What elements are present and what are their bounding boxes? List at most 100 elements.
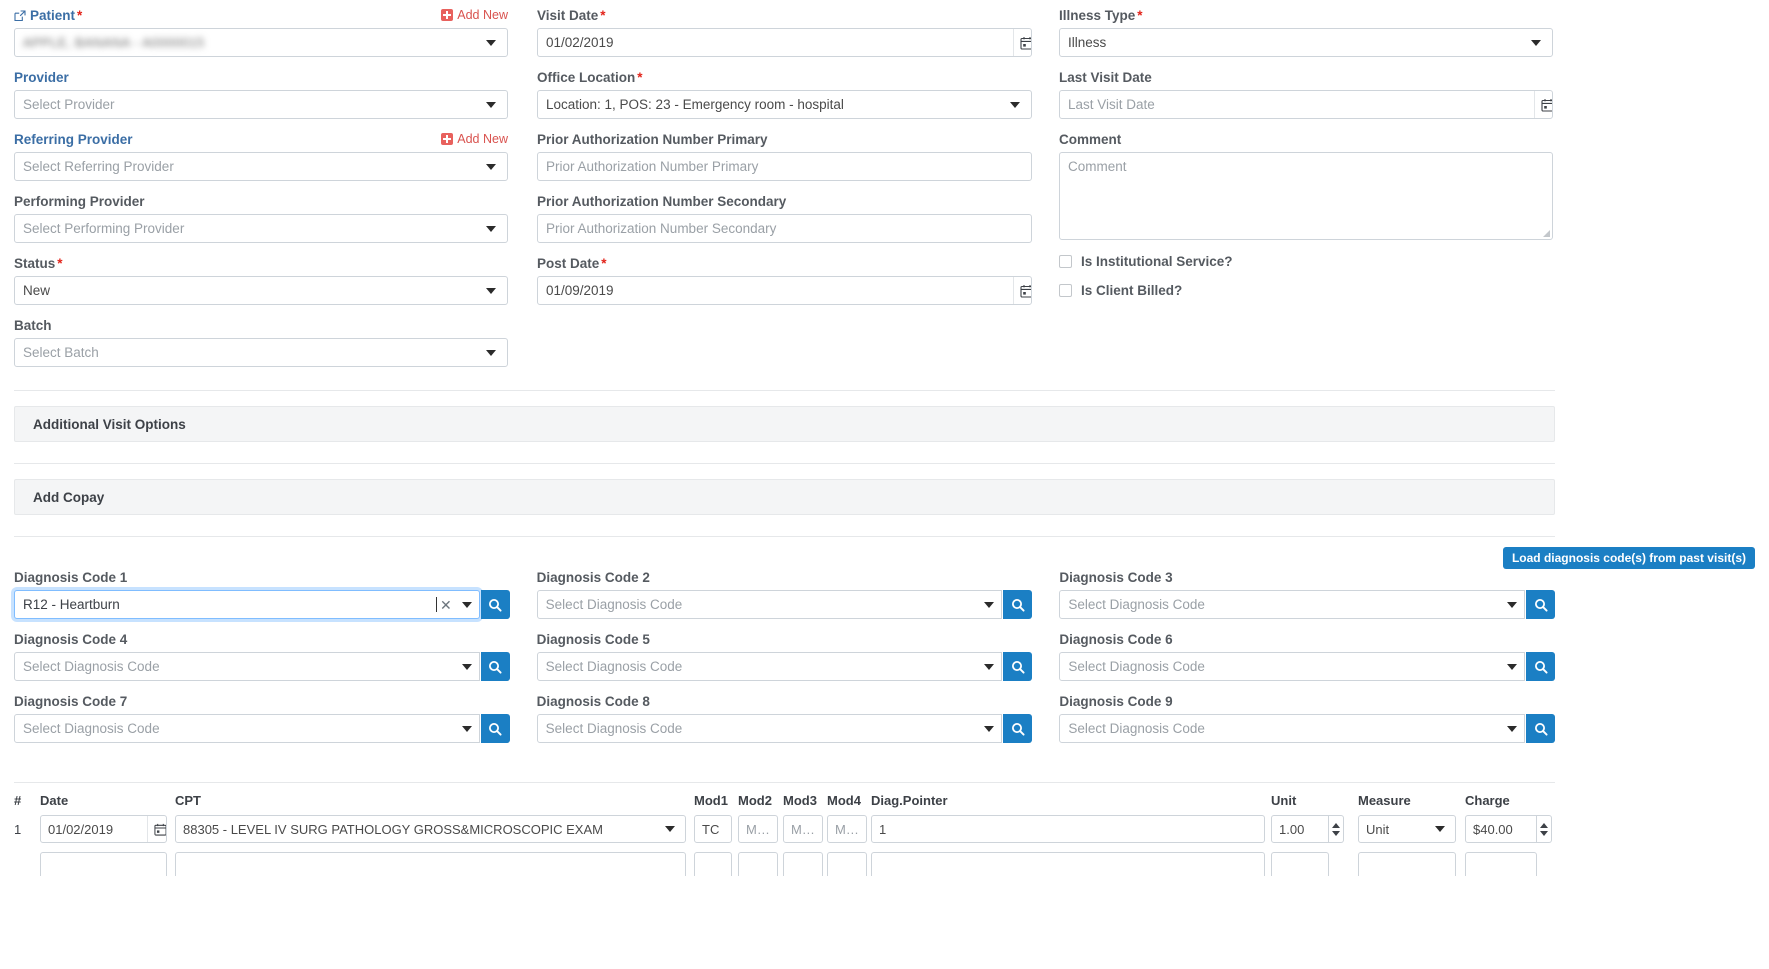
diagnosis-code-5-input[interactable]: Select Diagnosis Code: [536, 652, 1003, 681]
cpt-unit-spinner[interactable]: [1329, 815, 1344, 843]
cpt-code-select-next[interactable]: [175, 852, 686, 876]
referring-provider-select[interactable]: Select Referring Provider: [14, 152, 508, 181]
calendar-icon[interactable]: [147, 816, 166, 842]
diagnosis-code-1-input[interactable]: R12 - Heartburn ✕: [14, 590, 480, 619]
is-client-billed-checkbox[interactable]: [1059, 284, 1072, 297]
cpt-charge-input-next[interactable]: [1465, 852, 1537, 876]
clear-icon[interactable]: ✕: [437, 598, 459, 612]
cpt-mod3-input-next[interactable]: [783, 852, 823, 876]
cpt-mod4-input-next[interactable]: [827, 852, 867, 876]
cpt-charge-spinner[interactable]: [1537, 815, 1552, 843]
calendar-icon[interactable]: [1013, 277, 1031, 304]
diagnosis-code-6-input[interactable]: Select Diagnosis Code: [1059, 652, 1526, 681]
cpt-date-input-next[interactable]: [40, 852, 167, 876]
chevron-down-icon[interactable]: [483, 277, 499, 304]
diagnosis-code-5-search-button[interactable]: [1003, 652, 1033, 681]
diagnosis-code-9-search-button[interactable]: [1526, 714, 1556, 743]
last-visit-date-input[interactable]: Last Visit Date: [1059, 90, 1553, 119]
performing-provider-select[interactable]: Select Performing Provider: [14, 214, 508, 243]
chevron-down-icon[interactable]: [662, 816, 678, 842]
prior-auth-primary-input[interactable]: Prior Authorization Number Primary: [537, 152, 1032, 181]
patient-select[interactable]: APPLE, BANANA - A0000015: [14, 28, 508, 57]
diagnosis-code-2-input[interactable]: Select Diagnosis Code: [536, 590, 1003, 619]
office-location-select[interactable]: Location: 1, POS: 23 - Emergency room - …: [537, 90, 1032, 119]
cpt-charge-input[interactable]: $40.00: [1465, 815, 1537, 843]
chevron-down-icon[interactable]: [981, 591, 997, 618]
status-select[interactable]: New: [14, 276, 508, 305]
spinner-up-icon[interactable]: [1540, 822, 1548, 828]
add-copay-section[interactable]: Add Copay: [14, 479, 1555, 515]
cpt-diag-pointer-input-next[interactable]: [871, 852, 1265, 876]
cpt-measure-select[interactable]: Unit: [1358, 815, 1456, 843]
diagnosis-code-2-search-button[interactable]: [1003, 590, 1033, 619]
diagnosis-code-7-input[interactable]: Select Diagnosis Code: [14, 714, 480, 743]
diagnosis-code-4-input[interactable]: Select Diagnosis Code: [14, 652, 480, 681]
cpt-mod1-input[interactable]: TC: [694, 815, 732, 843]
diagnosis-code-8-search-button[interactable]: [1003, 714, 1033, 743]
post-date-input[interactable]: 01/09/2019: [537, 276, 1032, 305]
diagnosis-code-7-search-button[interactable]: [480, 714, 510, 743]
patient-add-new-link[interactable]: Add New: [441, 8, 508, 22]
chevron-down-icon[interactable]: [483, 91, 499, 118]
cpt-mod2-input-next[interactable]: [738, 852, 778, 876]
cpt-unit-input-next[interactable]: [1271, 852, 1329, 876]
chevron-down-icon[interactable]: [1528, 29, 1544, 56]
cpt-unit-stepper[interactable]: 1.00: [1271, 815, 1344, 843]
cpt-unit-input[interactable]: 1.00: [1271, 815, 1329, 843]
spinner-down-icon[interactable]: [1332, 830, 1340, 836]
diagnosis-code-4-search-button[interactable]: [480, 652, 510, 681]
chevron-down-icon[interactable]: [459, 591, 475, 618]
cpt-mod3-input[interactable]: Mod3: [783, 815, 823, 843]
diagnosis-code-6-value: Select Diagnosis Code: [1068, 659, 1205, 674]
chevron-down-icon[interactable]: [981, 715, 997, 742]
provider-select[interactable]: Select Provider: [14, 90, 508, 119]
chevron-down-icon[interactable]: [483, 339, 499, 366]
is-client-billed-row[interactable]: Is Client Billed?: [1059, 283, 1553, 298]
chevron-down-icon[interactable]: [1504, 715, 1520, 742]
cpt-charge-stepper[interactable]: $40.00: [1465, 815, 1552, 843]
diagnosis-code-6-search-button[interactable]: [1526, 652, 1556, 681]
spinner-up-icon[interactable]: [1332, 822, 1340, 828]
cpt-header-charge: Charge: [1465, 793, 1510, 808]
additional-visit-options-section[interactable]: Additional Visit Options: [14, 406, 1555, 442]
external-link-icon[interactable]: [14, 10, 26, 22]
diagnosis-code-9-label: Diagnosis Code 9: [1059, 694, 1173, 709]
chevron-down-icon[interactable]: [1504, 591, 1520, 618]
calendar-icon[interactable]: [1013, 29, 1031, 56]
diagnosis-code-8-input[interactable]: Select Diagnosis Code: [536, 714, 1003, 743]
batch-select[interactable]: Select Batch: [14, 338, 508, 367]
chevron-down-icon[interactable]: [483, 215, 499, 242]
cpt-diag-pointer-input[interactable]: 1: [871, 815, 1265, 843]
comment-textarea[interactable]: Comment: [1059, 152, 1553, 240]
chevron-down-icon[interactable]: [981, 653, 997, 680]
cpt-header-mod2: Mod2: [738, 793, 772, 808]
prior-auth-secondary-input[interactable]: Prior Authorization Number Secondary: [537, 214, 1032, 243]
diagnosis-code-3-search-button[interactable]: [1526, 590, 1556, 619]
is-institutional-service-checkbox[interactable]: [1059, 255, 1072, 268]
chevron-down-icon[interactable]: [1432, 816, 1448, 842]
is-institutional-service-row[interactable]: Is Institutional Service?: [1059, 254, 1553, 269]
cpt-mod2-input[interactable]: Mod2: [738, 815, 778, 843]
cpt-date-input[interactable]: 01/02/2019: [40, 815, 167, 843]
diagnosis-code-3-input[interactable]: Select Diagnosis Code: [1059, 590, 1526, 619]
diagnosis-code-1-search-button[interactable]: [480, 590, 510, 619]
chevron-down-icon[interactable]: [483, 153, 499, 180]
chevron-down-icon[interactable]: [483, 29, 499, 56]
cpt-mod1-input-next[interactable]: [694, 852, 732, 876]
last-visit-date-field-group: Last Visit Date Last Visit Date: [1059, 70, 1553, 119]
spinner-down-icon[interactable]: [1540, 830, 1548, 836]
calendar-icon[interactable]: [1534, 91, 1552, 118]
chevron-down-icon[interactable]: [459, 715, 475, 742]
illness-type-select[interactable]: Illness: [1059, 28, 1553, 57]
visit-date-input[interactable]: 01/02/2019: [537, 28, 1032, 57]
cpt-mod4-input[interactable]: Mod4: [827, 815, 867, 843]
load-diagnosis-codes-button[interactable]: Load diagnosis code(s) from past visit(s…: [1502, 547, 1755, 569]
diagnosis-code-9-input[interactable]: Select Diagnosis Code: [1059, 714, 1526, 743]
chevron-down-icon[interactable]: [1504, 653, 1520, 680]
referring-provider-add-new-label: Add New: [457, 132, 508, 146]
cpt-code-select[interactable]: 88305 - LEVEL IV SURG PATHOLOGY GROSS&MI…: [175, 815, 686, 843]
referring-provider-add-new-link[interactable]: Add New: [441, 132, 508, 146]
cpt-measure-select-next[interactable]: [1358, 852, 1456, 876]
chevron-down-icon[interactable]: [1007, 91, 1023, 118]
chevron-down-icon[interactable]: [459, 653, 475, 680]
